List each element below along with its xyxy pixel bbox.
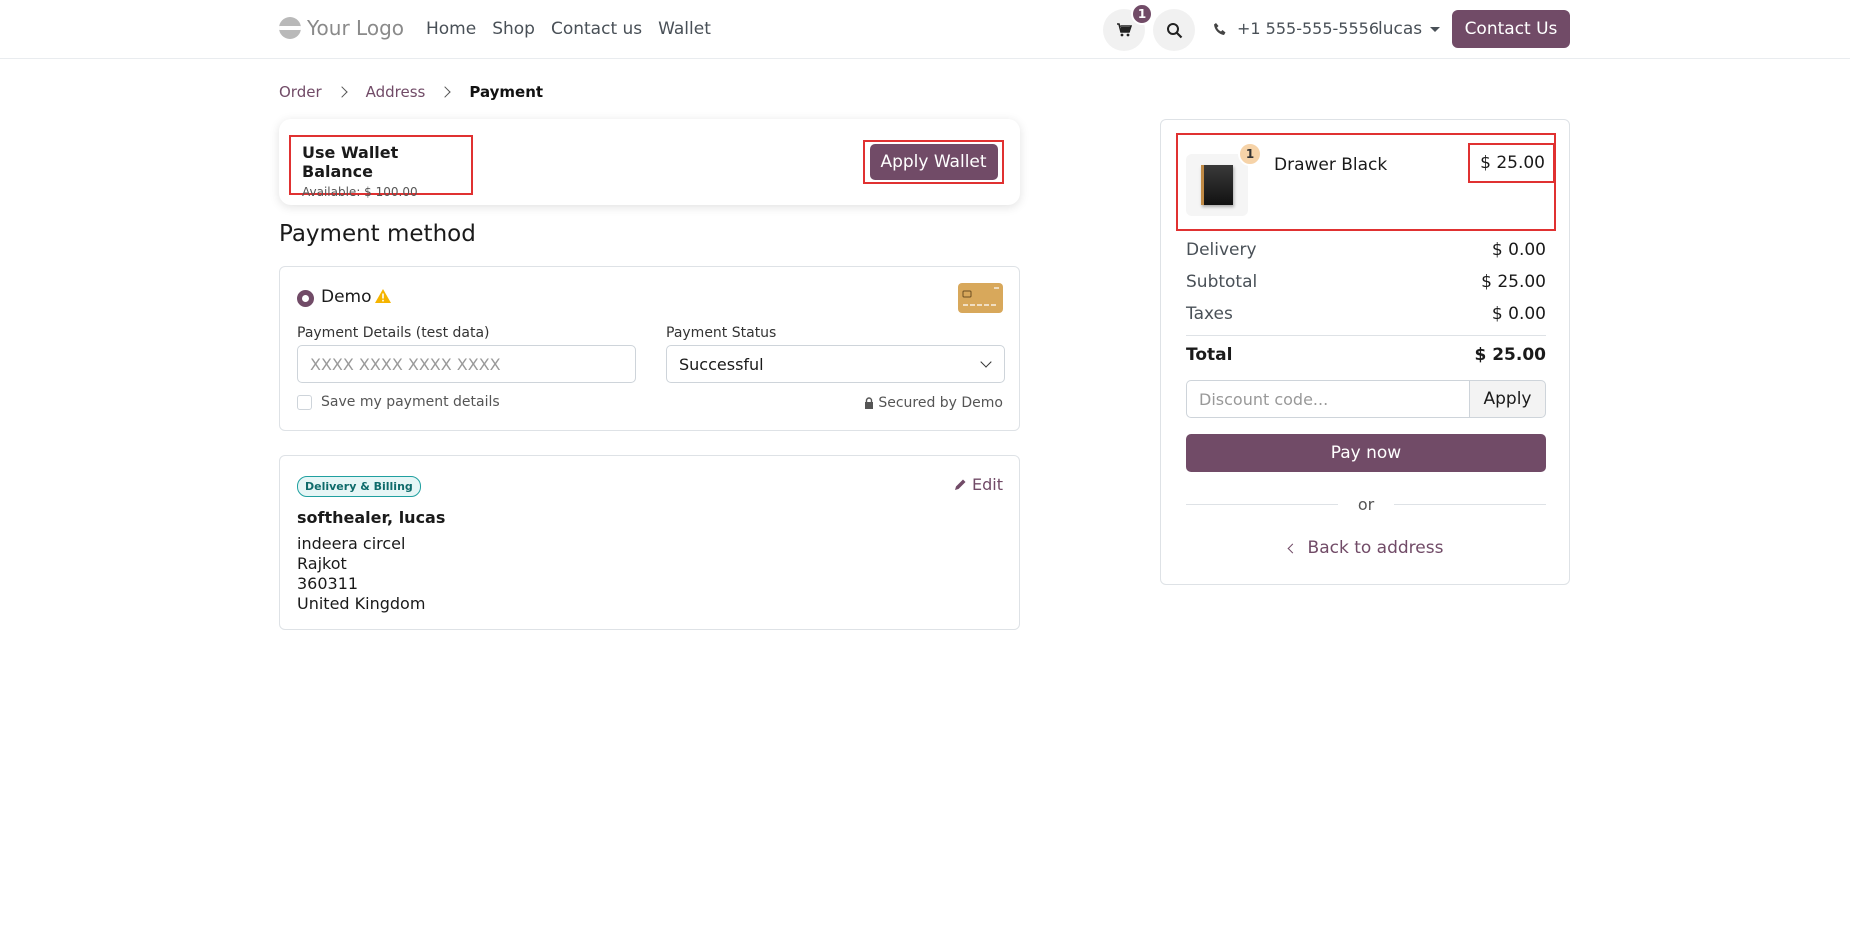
address-line: Rajkot	[297, 554, 347, 573]
search-button[interactable]	[1153, 9, 1195, 51]
secured-by: Secured by Demo	[864, 395, 1003, 411]
summary-row-subtotal: Subtotal $ 25.00	[1186, 272, 1546, 292]
phone-icon	[1214, 22, 1226, 35]
summary-value: $ 0.00	[1491, 304, 1546, 324]
delivery-billing-badge: Delivery & Billing	[297, 476, 421, 497]
nav-shop[interactable]: Shop	[492, 19, 535, 39]
nav-wallet[interactable]: Wallet	[658, 19, 711, 39]
discount-group: Discount code... Apply	[1186, 380, 1546, 418]
product-image[interactable]	[1186, 154, 1248, 216]
payment-status-select[interactable]: Successful	[666, 345, 1005, 383]
summary-row-delivery: Delivery $ 0.00	[1186, 240, 1546, 260]
logo[interactable]: Your Logo	[279, 16, 404, 40]
total-label: Total	[1186, 345, 1233, 365]
product-line: 1 Drawer Black $ 25.00	[1176, 133, 1556, 231]
payment-card: Demo Payment Details (test data) XXXX XX…	[279, 266, 1020, 431]
main-nav: Home Shop Contact us Wallet	[426, 19, 711, 39]
address-line: United Kingdom	[297, 594, 426, 613]
breadcrumb: Order Address Payment	[279, 83, 543, 101]
summary-row-taxes: Taxes $ 0.00	[1186, 304, 1546, 324]
cart-count-badge: 1	[1131, 3, 1153, 25]
summary-value: $ 0.00	[1491, 240, 1546, 260]
pencil-icon	[955, 479, 966, 490]
chevron-left-icon	[1287, 543, 1297, 553]
cart-button[interactable]: 1	[1103, 3, 1153, 51]
summary-value: $ 25.00	[1481, 272, 1546, 292]
address-line: indeera circel	[297, 534, 406, 553]
save-payment-label[interactable]: Save my payment details	[321, 394, 500, 410]
or-separator: or	[1186, 495, 1546, 514]
warning-icon	[375, 289, 391, 303]
cart-icon	[1117, 23, 1132, 37]
site-header: Your Logo Home Shop Contact us Wallet 1 …	[0, 0, 1850, 59]
search-icon	[1166, 22, 1182, 38]
payment-method-title: Payment method	[279, 221, 476, 247]
payment-status-value: Successful	[679, 354, 764, 374]
back-to-address-label: Back to address	[1307, 538, 1444, 558]
contact-us-button[interactable]: Contact Us	[1452, 10, 1570, 48]
product-name[interactable]: Drawer Black	[1274, 155, 1387, 175]
summary-label: Delivery	[1186, 240, 1257, 260]
apply-discount-button[interactable]: Apply	[1469, 380, 1546, 418]
caret-down-icon	[1430, 26, 1441, 32]
chevron-right-icon	[335, 86, 348, 98]
order-summary: 1 Drawer Black $ 25.00 Delivery $ 0.00 S…	[1160, 119, 1570, 585]
save-payment-checkbox[interactable]	[297, 395, 312, 410]
edit-address-link[interactable]: Edit	[954, 475, 1003, 494]
secured-text: Secured by Demo	[878, 395, 1003, 411]
breadcrumb-order[interactable]: Order	[279, 83, 322, 101]
demo-label[interactable]: Demo	[321, 287, 372, 307]
chevron-right-icon	[439, 86, 452, 98]
wallet-available: Available: $ 100.00	[302, 185, 418, 199]
or-text: or	[1357, 495, 1375, 514]
summary-label: Taxes	[1186, 304, 1233, 324]
phone-link[interactable]: +1 555-555-5556	[1213, 19, 1379, 38]
wallet-title: Use Wallet Balance	[302, 143, 399, 181]
discount-code-input[interactable]: Discount code...	[1186, 380, 1469, 418]
summary-label: Subtotal	[1186, 272, 1258, 292]
pay-now-button[interactable]: Pay now	[1186, 434, 1546, 472]
lock-icon	[865, 397, 874, 409]
total-value: $ 25.00	[1474, 345, 1546, 365]
address-card: Delivery & Billing Edit softhealer, luca…	[279, 455, 1020, 630]
user-name: lucas	[1378, 19, 1423, 39]
separator-line	[1394, 504, 1546, 505]
nav-home[interactable]: Home	[426, 19, 476, 39]
breadcrumb-payment: Payment	[469, 83, 544, 101]
logo-text: Your Logo	[307, 16, 405, 40]
summary-divider	[1186, 335, 1546, 336]
chevron-down-icon	[980, 356, 992, 368]
wallet-info: Use Wallet Balance Available: $ 100.00	[289, 135, 473, 199]
phone-number: +1 555-555-5556	[1237, 19, 1380, 38]
apply-wallet-button[interactable]: Apply Wallet	[869, 144, 998, 180]
payment-details-input[interactable]: XXXX XXXX XXXX XXXX	[297, 345, 636, 383]
apply-wallet-highlight: Apply Wallet	[863, 140, 1004, 184]
credit-card-icon	[958, 283, 1003, 313]
address-line: 360311	[297, 574, 359, 593]
payment-status-label: Payment Status	[666, 325, 777, 341]
user-menu[interactable]: lucas	[1378, 19, 1441, 39]
separator-line	[1186, 504, 1338, 505]
edit-label: Edit	[972, 475, 1003, 494]
wallet-card: Use Wallet Balance Available: $ 100.00 A…	[279, 119, 1020, 205]
product-qty-badge: 1	[1238, 142, 1262, 166]
product-price: $ 25.00	[1468, 143, 1555, 183]
nav-contact-us[interactable]: Contact us	[551, 19, 642, 39]
drawer-image	[1201, 165, 1233, 205]
demo-radio[interactable]	[297, 290, 314, 307]
back-to-address-link[interactable]: Back to address	[1186, 538, 1546, 558]
address-name: softhealer, lucas	[297, 508, 446, 527]
payment-details-label: Payment Details (test data)	[297, 325, 490, 341]
logo-icon	[279, 17, 301, 39]
summary-row-total: Total $ 25.00	[1186, 345, 1546, 365]
breadcrumb-address[interactable]: Address	[366, 83, 426, 101]
